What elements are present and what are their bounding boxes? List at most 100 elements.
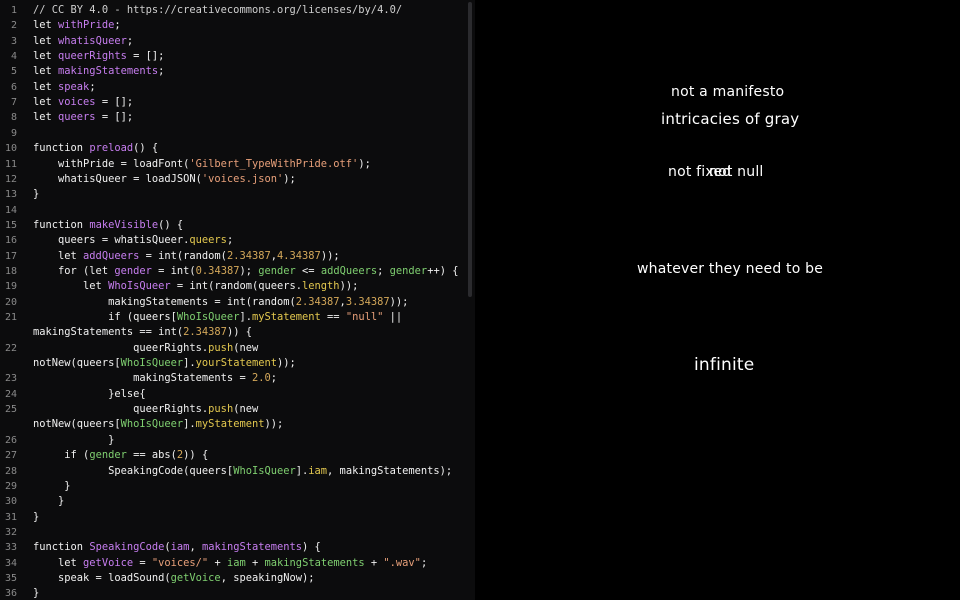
code-token: + xyxy=(208,556,227,569)
code-token: ) { xyxy=(302,541,321,554)
code-token: // CC BY 4.0 - https://creativecommons.o… xyxy=(33,4,403,16)
line-number: 23 xyxy=(4,373,17,385)
code-line[interactable]: makingStatements = int(random(2.34387,3.… xyxy=(33,295,408,310)
code-token: for (let xyxy=(33,264,115,277)
code-line[interactable]: function SpeakingCode(iam, makingStateme… xyxy=(33,540,321,555)
line-number: 21 xyxy=(4,312,17,323)
code-line[interactable]: function makeVisible() { xyxy=(33,218,183,233)
code-token: gender xyxy=(89,449,127,462)
code-line[interactable]: notNew(queers[WhoIsQueer].myStatement)); xyxy=(33,417,283,432)
code-token: ]. xyxy=(239,311,252,323)
code-token: + xyxy=(364,556,384,569)
line-number: 12 xyxy=(4,173,17,185)
code-token: ; xyxy=(114,19,121,32)
code-token: SpeakingCode xyxy=(89,541,165,554)
code-token: || xyxy=(383,311,403,323)
code-line[interactable]: queerRights.push(new xyxy=(33,341,258,356)
code-token: ); xyxy=(358,157,371,170)
code-token: WhoIsQueer xyxy=(120,357,184,370)
code-token: makingStatements xyxy=(264,556,365,569)
line-number: 11 xyxy=(4,158,17,170)
code-token: gender xyxy=(389,264,428,277)
code-token: } xyxy=(33,495,65,508)
code-line[interactable]: } xyxy=(33,494,64,509)
line-number: 25 xyxy=(4,404,17,416)
line-number: 35 xyxy=(4,572,17,584)
code-line[interactable]: queers = whatisQueer.queers; xyxy=(33,233,233,248)
code-token: , xyxy=(189,541,202,554)
code-token: } xyxy=(33,188,40,201)
code-line[interactable]: makingStatements = 2.0; xyxy=(33,371,277,386)
code-token: makingStatements = int(random( xyxy=(33,295,296,308)
editor-scrollbar-thumb[interactable] xyxy=(468,2,472,297)
code-token: 2.34387 xyxy=(183,326,227,339)
code-line[interactable]: let makingStatements; xyxy=(33,64,164,79)
code-line[interactable]: let whatisQueer; xyxy=(33,34,133,49)
code-line[interactable]: }else{ xyxy=(33,387,146,402)
code-editor[interactable]: 1 2 3 4 5 6 7 8 9 10 11 12 13 14 15 16 17 18 19 20 21 22 23 24 2… xyxy=(0,0,475,600)
code-token: } xyxy=(33,587,40,600)
code-line[interactable]: } xyxy=(33,433,114,448)
code-token: makeVisible xyxy=(89,218,159,231)
code-token: = []; xyxy=(126,50,165,63)
code-line[interactable]: let queers = []; xyxy=(33,110,133,125)
code-token: gender xyxy=(114,264,152,277)
code-line[interactable]: speak = loadSound(getVoice, speakingNow)… xyxy=(33,571,315,586)
code-line[interactable]: } xyxy=(33,187,39,202)
line-number: 18 xyxy=(4,265,17,277)
code-line[interactable]: } xyxy=(33,479,70,494)
code-token: let xyxy=(33,249,84,262)
code-token: 0.34387 xyxy=(195,264,240,277)
code-token: WhoIsQueer xyxy=(120,418,184,431)
code-token: 3.34387 xyxy=(345,295,390,308)
code-line[interactable]: if (gender == abs(2)) { xyxy=(33,448,208,463)
code-line[interactable]: let addQueers = int(random(2.34387,4.343… xyxy=(33,249,340,264)
code-line[interactable]: withPride = loadFont('Gilbert_TypeWithPr… xyxy=(33,157,371,172)
code-line[interactable]: makingStatements == int(2.34387)) { xyxy=(33,325,252,340)
sketch-canvas-output: not a manifesto intricacies of gray not … xyxy=(475,0,960,600)
code-token: )); xyxy=(277,357,296,370)
code-token: ++) { xyxy=(427,264,459,277)
line-number: 30 xyxy=(4,496,17,508)
line-number: 14 xyxy=(4,204,17,216)
code-line[interactable]: SpeakingCode(queers[WhoIsQueer].iam, mak… xyxy=(33,464,452,479)
code-line[interactable]: for (let gender = int(0.34387); gender <… xyxy=(33,264,458,279)
code-token: gender xyxy=(258,264,296,277)
line-number: 4 xyxy=(10,51,17,63)
code-line[interactable]: let voices = []; xyxy=(33,95,133,110)
code-line[interactable]: } xyxy=(33,586,39,600)
code-line[interactable]: notNew(queers[WhoIsQueer].yourStatement)… xyxy=(33,356,296,371)
code-token: if ( xyxy=(33,449,90,462)
code-token: let xyxy=(33,280,109,293)
code-line[interactable]: let getVoice = "voices/" + iam + makingS… xyxy=(33,556,427,571)
line-number: 6 xyxy=(10,81,17,93)
code-line[interactable]: whatisQueer = loadJSON('voices.json'); xyxy=(33,172,296,187)
code-token: (new xyxy=(233,403,259,416)
code-line[interactable]: } xyxy=(33,510,39,525)
code-token: makingStatements = xyxy=(33,372,252,385)
code-token: )) { xyxy=(183,449,209,462)
code-line[interactable]: queerRights.push(new xyxy=(33,402,258,417)
line-number: 19 xyxy=(4,281,17,293)
code-token: } xyxy=(33,433,115,446)
code-token: 4.34387 xyxy=(277,249,321,262)
line-number: 24 xyxy=(4,388,17,400)
code-token: )) { xyxy=(226,326,252,339)
code-token: notNew(queers[ xyxy=(33,418,121,431)
code-token: WhoIsQueer xyxy=(233,464,296,477)
code-line[interactable]: if (queers[WhoIsQueer].myStatement == "n… xyxy=(33,310,402,325)
code-line[interactable]: // CC BY 4.0 - https://creativecommons.o… xyxy=(33,3,402,18)
line-number: 29 xyxy=(4,480,17,492)
code-token: ); xyxy=(239,264,259,277)
code-token: ; xyxy=(226,234,234,247)
code-line[interactable]: let queerRights = []; xyxy=(33,49,164,64)
code-token: makingStatements == int( xyxy=(33,326,184,339)
code-token: length xyxy=(302,280,340,293)
code-token: whatisQueer xyxy=(58,34,127,47)
code-token: withPride = loadFont( xyxy=(33,157,190,170)
code-line[interactable]: let speak; xyxy=(33,80,96,95)
code-line[interactable]: let withPride; xyxy=(33,18,121,33)
code-line[interactable]: let WhoIsQueer = int(random(queers.lengt… xyxy=(33,279,358,294)
code-line[interactable]: function preload() { xyxy=(33,141,158,156)
code-token: "voices/" xyxy=(151,556,209,569)
